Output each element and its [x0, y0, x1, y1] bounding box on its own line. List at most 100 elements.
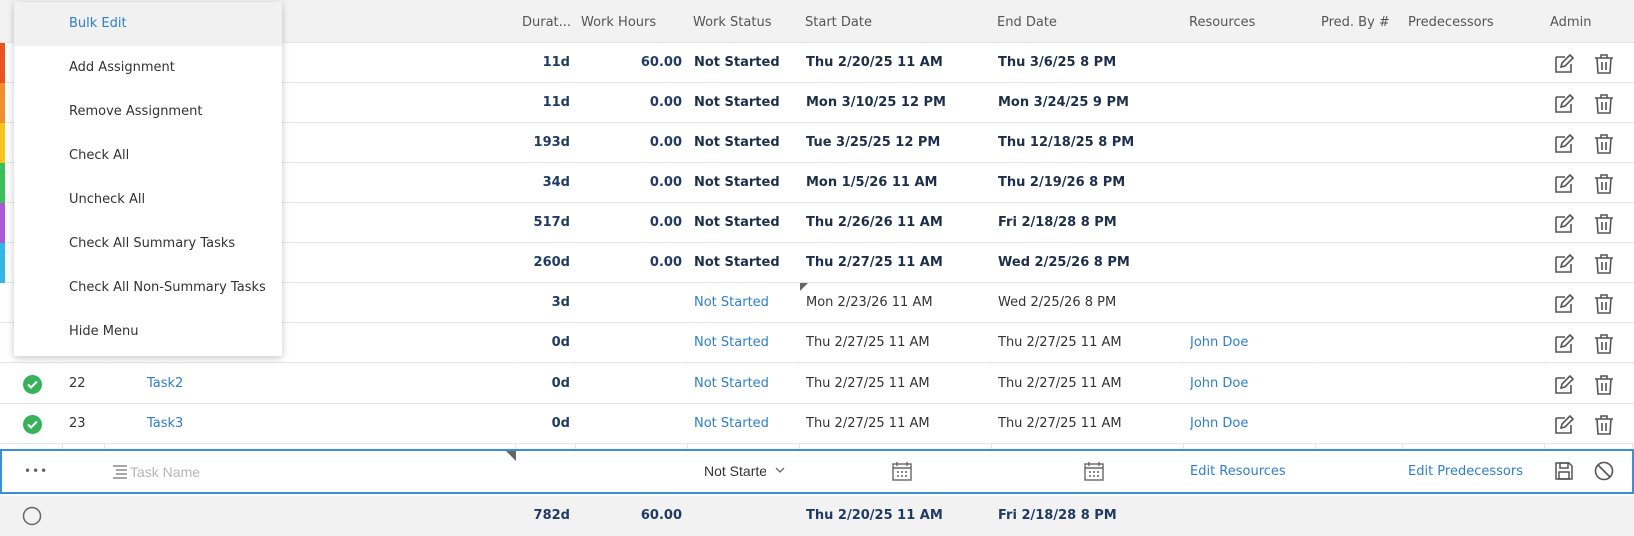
col-header-resources[interactable]: Resources	[1189, 0, 1289, 43]
trash-icon[interactable]	[1592, 332, 1616, 356]
menu-item-uncheck-all[interactable]: Uncheck All	[14, 178, 282, 222]
row-work-hours[interactable]: 0.00	[580, 123, 682, 163]
row-end-date[interactable]: Fri 2/18/28 8 PM	[998, 203, 1178, 243]
edit-icon[interactable]	[1552, 52, 1576, 76]
row-start-date[interactable]: Mon 2/23/26 11 AM	[806, 283, 986, 323]
trash-icon[interactable]	[1592, 92, 1616, 116]
edit-resources-link[interactable]: Edit Resources	[1190, 451, 1310, 492]
row-duration[interactable]: 193d	[520, 123, 570, 163]
row-work-status[interactable]: Not Started	[694, 203, 794, 243]
row-duration[interactable]: 11d	[520, 43, 570, 83]
edit-icon[interactable]	[1552, 292, 1576, 316]
row-start-date[interactable]: Thu 2/27/25 11 AM	[806, 243, 986, 283]
row-start-date[interactable]: Tue 3/25/25 12 PM	[806, 123, 986, 163]
col-header-duration[interactable]: Durat...	[522, 0, 570, 43]
row-start-date[interactable]: Thu 2/27/25 11 AM	[806, 364, 986, 404]
trash-icon[interactable]	[1592, 292, 1616, 316]
row-work-hours[interactable]: 0.00	[580, 203, 682, 243]
row-work-hours[interactable]: 60.00	[580, 43, 682, 83]
chevron-down-icon[interactable]	[774, 464, 786, 480]
row-duration[interactable]: 34d	[520, 163, 570, 203]
col-header-work-hours[interactable]: Work Hours	[581, 0, 681, 43]
row-work-status[interactable]: Not Started	[694, 404, 794, 444]
row-work-status[interactable]: Not Started	[694, 163, 794, 203]
row-end-date[interactable]: Thu 3/6/25 8 PM	[998, 43, 1178, 83]
trash-icon[interactable]	[1592, 413, 1616, 437]
edit-icon[interactable]	[1552, 172, 1576, 196]
col-header-start-date[interactable]: Start Date	[805, 0, 955, 43]
menu-item-check-all[interactable]: Check All	[14, 134, 282, 178]
row-end-date[interactable]: Wed 2/25/26 8 PM	[998, 243, 1178, 283]
edit-icon[interactable]	[1552, 413, 1576, 437]
row-end-date[interactable]: Thu 2/27/25 11 AM	[998, 364, 1178, 404]
row-work-hours[interactable]: 0.00	[580, 163, 682, 203]
row-work-status[interactable]: Not Started	[694, 123, 794, 163]
row-duration[interactable]: 260d	[520, 243, 570, 283]
work-status-select[interactable]: Not Starte	[704, 451, 766, 492]
row-work-status[interactable]: Not Started	[694, 43, 794, 83]
row-duration[interactable]: 0d	[520, 364, 570, 404]
row-task-name[interactable]: Task3	[147, 404, 347, 444]
menu-item-remove-assignment[interactable]: Remove Assignment	[14, 90, 282, 134]
row-work-status[interactable]: Not Started	[694, 323, 794, 363]
select-circle-icon[interactable]	[22, 506, 42, 530]
row-indent-icon[interactable]	[112, 464, 128, 484]
menu-item-bulk-edit[interactable]: Bulk Edit	[14, 2, 282, 46]
row-duration[interactable]: 0d	[520, 404, 570, 444]
menu-item-hide-menu[interactable]: Hide Menu	[14, 310, 282, 354]
row-duration[interactable]: 3d	[520, 283, 570, 323]
col-header-predecessors[interactable]: Predecessors	[1408, 0, 1528, 43]
row-start-date[interactable]: Thu 2/27/25 11 AM	[806, 404, 986, 444]
complete-check-icon[interactable]	[23, 375, 42, 394]
col-header-end-date[interactable]: End Date	[997, 0, 1147, 43]
row-duration[interactable]: 517d	[520, 203, 570, 243]
edit-predecessors-link[interactable]: Edit Predecessors	[1408, 451, 1538, 492]
row-work-status[interactable]: Not Started	[694, 83, 794, 123]
more-options-button[interactable]: •••	[24, 451, 48, 492]
row-start-date[interactable]: Mon 1/5/26 11 AM	[806, 163, 986, 203]
row-work-hours[interactable]: 0.00	[580, 83, 682, 123]
menu-item-check-all-summary[interactable]: Check All Summary Tasks	[14, 222, 282, 266]
row-end-date[interactable]: Thu 12/18/25 8 PM	[998, 123, 1178, 163]
row-task-name[interactable]: Task2	[147, 364, 347, 404]
row-work-status[interactable]: Not Started	[694, 243, 794, 283]
edit-icon[interactable]	[1552, 373, 1576, 397]
start-calendar-icon[interactable]	[891, 460, 913, 486]
cancel-icon[interactable]	[1593, 460, 1615, 486]
edit-icon[interactable]	[1552, 132, 1576, 156]
col-header-pred-by[interactable]: Pred. By #	[1321, 0, 1401, 43]
col-header-work-status[interactable]: Work Status	[693, 0, 793, 43]
row-end-date[interactable]: Mon 3/24/25 9 PM	[998, 83, 1178, 123]
edit-icon[interactable]	[1552, 212, 1576, 236]
complete-check-icon[interactable]	[23, 415, 42, 434]
row-work-hours[interactable]: 0.00	[580, 243, 682, 283]
row-end-date[interactable]: Thu 2/27/25 11 AM	[998, 323, 1178, 363]
trash-icon[interactable]	[1592, 212, 1616, 236]
menu-item-add-assignment[interactable]: Add Assignment	[14, 46, 282, 90]
trash-icon[interactable]	[1592, 132, 1616, 156]
row-work-status[interactable]: Not Started	[694, 283, 794, 323]
row-end-date[interactable]: Wed 2/25/26 8 PM	[998, 283, 1178, 323]
row-work-status[interactable]: Not Started	[694, 364, 794, 404]
task-name-input[interactable]	[130, 461, 510, 483]
row-end-date[interactable]: Thu 2/27/25 11 AM	[998, 404, 1178, 444]
row-resource-link[interactable]: John Doe	[1190, 364, 1310, 404]
row-duration[interactable]: 0d	[520, 323, 570, 363]
table-row[interactable]: 22 Task2 0d Not Started Thu 2/27/25 11 A…	[0, 364, 1634, 404]
edit-icon[interactable]	[1552, 252, 1576, 276]
trash-icon[interactable]	[1592, 373, 1616, 397]
trash-icon[interactable]	[1592, 52, 1616, 76]
end-calendar-icon[interactable]	[1083, 460, 1105, 486]
row-duration[interactable]: 11d	[520, 83, 570, 123]
edit-icon[interactable]	[1552, 332, 1576, 356]
trash-icon[interactable]	[1592, 172, 1616, 196]
row-start-date[interactable]: Thu 2/20/25 11 AM	[806, 43, 986, 83]
row-end-date[interactable]: Thu 2/19/26 8 PM	[998, 163, 1178, 203]
menu-item-check-all-non-summary[interactable]: Check All Non-Summary Tasks	[14, 266, 282, 310]
row-resource-link[interactable]: John Doe	[1190, 323, 1310, 363]
row-resource-link[interactable]: John Doe	[1190, 404, 1310, 444]
row-start-date[interactable]: Thu 2/26/26 11 AM	[806, 203, 986, 243]
row-start-date[interactable]: Thu 2/27/25 11 AM	[806, 323, 986, 363]
trash-icon[interactable]	[1592, 252, 1616, 276]
save-icon[interactable]	[1553, 460, 1575, 486]
